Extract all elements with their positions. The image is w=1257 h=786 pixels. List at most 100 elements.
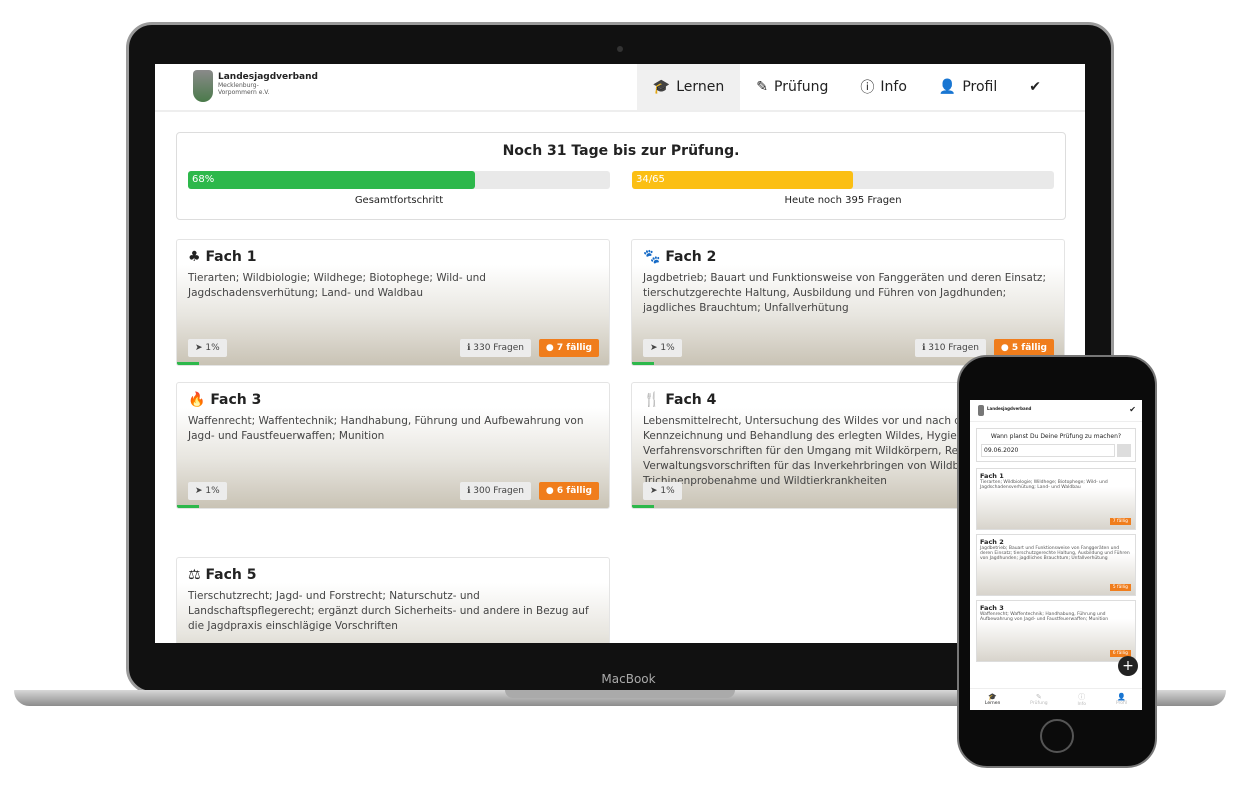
- tab-label: Lernen: [984, 701, 1001, 706]
- logo: [978, 405, 984, 416]
- exam-date-card: Wann planst Du Deine Prüfung zu machen? …: [976, 428, 1136, 462]
- progress-value: 1%: [205, 343, 220, 353]
- org-sub: Mecklenburg-: [218, 82, 259, 89]
- progress-value: 1%: [660, 343, 675, 353]
- org-title: Landesjagdverband: [218, 72, 318, 82]
- check-icon[interactable]: ✔: [1013, 64, 1057, 110]
- nav-prüfung[interactable]: ✎ Prüfung: [740, 64, 844, 110]
- utensils-icon: 🍴: [643, 392, 661, 408]
- main-menu: 🎓 Lernen ✎ Prüfung ⓘ Info 👤 Profil ✔: [636, 64, 1057, 110]
- phone-navbar: Landesjagdverband ✔: [970, 400, 1142, 422]
- balance-scale-icon: ⚖: [188, 567, 201, 583]
- subject-progress-bar: [177, 505, 199, 508]
- subject-description: Jagdbetrieb; Bauart und Funktionsweise v…: [980, 546, 1130, 561]
- info-icon: ⓘ: [860, 80, 875, 96]
- progress-value: 1%: [660, 486, 675, 496]
- subject-title: ♣ Fach 1: [188, 249, 598, 265]
- subject-description: Waffenrecht; Waffentechnik; Handhabung, …: [980, 612, 1109, 622]
- nav-lernen[interactable]: 🎓 Lernen: [636, 64, 741, 110]
- info-icon: ⓘ: [1078, 693, 1086, 701]
- subject-title: 🔥 Fach 3: [188, 392, 598, 408]
- due-count: 7 fällig: [556, 343, 592, 353]
- subject-title: ⚖ Fach 5: [188, 567, 598, 583]
- question-count: 300 Fragen: [473, 486, 524, 496]
- tab-label: Prüfung: [1030, 701, 1048, 706]
- question-count: 310 Fragen: [928, 343, 979, 353]
- exam-date-input[interactable]: 09.06.2020: [981, 444, 1115, 457]
- nav-label: Prüfung: [774, 79, 829, 95]
- progress-badge: ➤ 1%: [188, 339, 227, 357]
- subject-description: Tierarten; Wildbiologie; Wildhege; Bioto…: [980, 480, 1108, 490]
- laptop-screen: Landesjagdverband Mecklenburg- Vorpommern …: [155, 64, 1085, 643]
- phone-tab-prüfung[interactable]: ✎ Prüfung: [1030, 693, 1047, 706]
- subject-description: Tierschutzrecht; Jagd- und Forstrecht; N…: [188, 590, 589, 632]
- subject-progress-bar: [632, 362, 654, 365]
- due-badge[interactable]: 7 fällig: [1109, 518, 1131, 525]
- tab-label: Profil: [1115, 701, 1128, 706]
- due-badge[interactable]: 5 fällig: [1109, 584, 1131, 591]
- subject-card[interactable]: Fach 3 Waffenrecht; Waffentechnik; Handha…: [976, 600, 1136, 662]
- org-title: Landesjagdverband: [987, 406, 1032, 411]
- tree-icon: ♣: [188, 249, 201, 265]
- today-progress-fill: 34/65: [632, 171, 853, 189]
- subject-name: Fach 4: [665, 392, 717, 408]
- org-sub: Vorpommern e.V.: [218, 89, 270, 96]
- nav-label: Info: [880, 79, 907, 95]
- subject-name: Fach 1: [205, 249, 257, 265]
- phone-tab-info[interactable]: ⓘ Info: [1077, 692, 1086, 707]
- camera: [617, 46, 623, 52]
- graduation-cap-icon: 🎓: [988, 693, 997, 701]
- subject-name: Fach 3: [980, 604, 1004, 612]
- due-badge[interactable]: ● 7 fällig: [538, 339, 599, 357]
- laptop-notch: [505, 690, 735, 698]
- pencil-icon: ✎: [756, 79, 769, 95]
- logo: [193, 70, 213, 102]
- phone-tab-lernen[interactable]: 🎓 Lernen: [985, 693, 1000, 706]
- tab-label: Info: [1077, 702, 1086, 707]
- exam-date-question: Wann planst Du Deine Prüfung zu machen?: [990, 433, 1122, 440]
- navbar: Landesjagdverband Mecklenburg- Vorpommern …: [155, 64, 1085, 112]
- paw-icon: 🐾: [643, 249, 661, 265]
- user-icon: 👤: [1117, 693, 1126, 701]
- nav-label: Lernen: [676, 79, 725, 95]
- due-badge[interactable]: ● 6 fällig: [538, 482, 599, 500]
- question-count: 330 Fragen: [473, 343, 524, 353]
- subject-card[interactable]: ♣ Fach 1 Tierarten; Wildbiologie; Wildheg…: [176, 239, 610, 366]
- home-button[interactable]: [1040, 719, 1074, 753]
- overall-progress-fill: 68%: [188, 171, 475, 189]
- phone-tab-profil[interactable]: 👤 Profil: [1116, 693, 1127, 706]
- subject-name: Fach 2: [980, 538, 1004, 546]
- pencil-icon: ✎: [1035, 693, 1042, 701]
- due-count: 6 fällig: [556, 486, 592, 496]
- overall-progress-bar: 68%: [188, 171, 610, 189]
- phone-screen: Landesjagdverband ✔ Wann planst Du Deine…: [970, 400, 1142, 710]
- question-count-badge: ℹ 310 Fragen: [914, 339, 986, 357]
- subject-card[interactable]: 🔥 Fach 3 Waffenrecht; Waffentechnik; Hand…: [176, 382, 610, 509]
- subject-name: Fach 5: [205, 567, 257, 583]
- check-icon[interactable]: ✔: [1129, 405, 1136, 414]
- subject-card[interactable]: Fach 2 Jagdbetrieb; Bauart und Funktionsw…: [976, 534, 1136, 596]
- today-progress-bar: 34/65: [632, 171, 1054, 189]
- nav-info[interactable]: ⓘ Info: [844, 64, 923, 110]
- today-progress-label: Heute noch 395 Fragen: [784, 195, 902, 206]
- question-count-badge: ℹ 330 Fragen: [459, 339, 531, 357]
- summary-card: Noch 31 Tage bis zur Prüfung. 68% Gesamt…: [176, 132, 1066, 220]
- subject-card[interactable]: 🐾 Fach 2 Jagdbetrieb; Bauart und Funktion…: [631, 239, 1065, 366]
- save-icon[interactable]: [1117, 444, 1131, 457]
- progress-value: 1%: [205, 486, 220, 496]
- subject-card[interactable]: Fach 1 Tierarten; Wildbiologie; Wildhege;…: [976, 468, 1136, 530]
- subject-name: Fach 2: [665, 249, 717, 265]
- org-name: Landesjagdverband Mecklenburg- Vorpommern …: [218, 72, 318, 96]
- add-button[interactable]: +: [1118, 656, 1138, 676]
- nav-label: Profil: [962, 79, 998, 95]
- phone-tabbar: 🎓 Lernen ✎ Prüfung ⓘ Info 👤 Profil: [970, 688, 1142, 710]
- subject-description: Waffenrecht; Waffentechnik; Handhabung, …: [188, 415, 584, 442]
- subject-progress-bar: [177, 362, 199, 365]
- subject-title: 🐾 Fach 2: [643, 249, 1053, 265]
- subject-name: Fach 3: [210, 392, 262, 408]
- nav-profil[interactable]: 👤 Profil: [923, 64, 1013, 110]
- subject-description: Tierarten; Wildbiologie; Wildhege; Bioto…: [188, 272, 486, 299]
- progress-badge: ➤ 1%: [643, 482, 682, 500]
- subject-card[interactable]: ⚖ Fach 5 Tierschutzrecht; Jagd- und Forst…: [176, 557, 610, 643]
- graduation-cap-icon: 🎓: [652, 79, 671, 95]
